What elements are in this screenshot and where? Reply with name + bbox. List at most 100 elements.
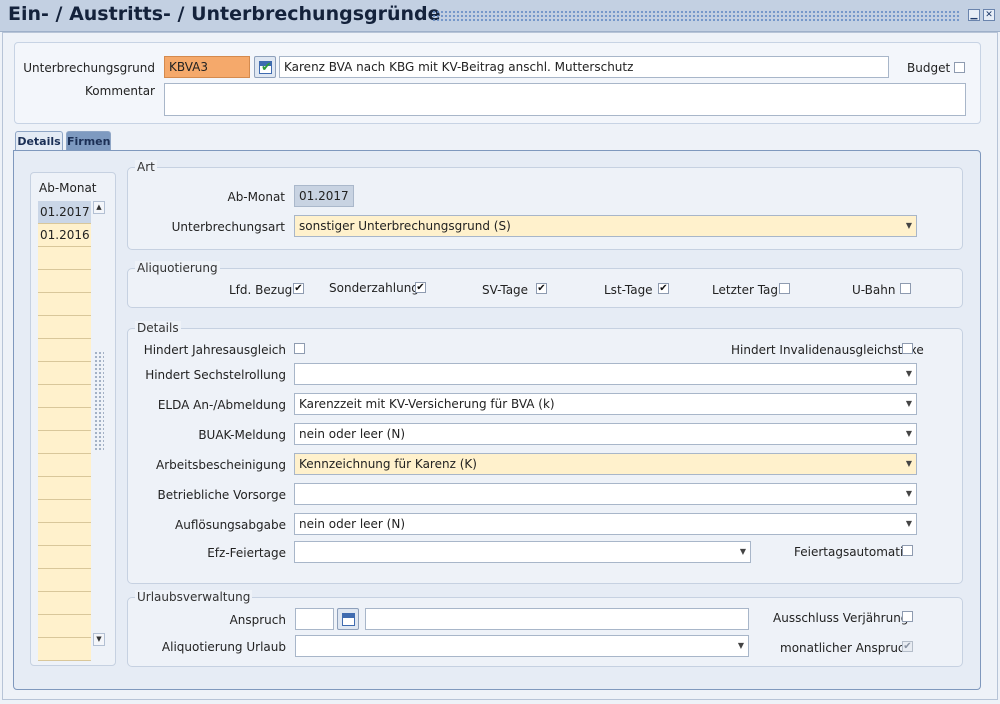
month-scrollbar[interactable]: ▲ ▼ [93,201,105,649]
budget-checkbox[interactable] [954,62,965,73]
month-list-item[interactable] [38,500,91,523]
lfd-bezug-label: Lfd. Bezug [229,283,293,297]
window-title: Ein- / Austritts- / Unterbrechungsgründe [8,3,441,25]
chevron-down-icon[interactable]: ▼ [902,424,916,444]
budget-label: Budget [907,61,951,75]
month-list-item[interactable] [38,615,91,638]
month-list-item[interactable]: 01.2016 [38,224,91,247]
reason-code-field[interactable]: KBVA3 [164,56,250,78]
sv-tage-label: SV-Tage [482,283,529,297]
reason-lookup-button[interactable]: ✔ [254,56,276,78]
scroll-up-icon[interactable]: ▲ [93,201,105,214]
chevron-down-icon[interactable]: ▼ [734,636,748,656]
unterbrechungsart-value: sonstiger Unterbrechungsgrund (S) [299,219,511,233]
aliquotierung-urlaub-select[interactable]: ▼ [295,635,749,657]
anspruch-label: Anspruch [229,613,286,627]
unterbrechungsart-select[interactable]: sonstiger Unterbrechungsgrund (S) ▼ [294,215,917,237]
hindert-invalidenausgleichstaxe-checkbox[interactable] [902,343,913,354]
tab-details[interactable]: Details [15,131,63,151]
month-list-item[interactable] [38,247,91,270]
titlebar-pattern [432,10,960,22]
detail-label-3: Arbeitsbescheinigung [156,458,286,472]
art-legend: Art [135,160,157,174]
comment-field[interactable] [164,83,966,116]
betriebliche-vorsorge-select[interactable]: ▼ [294,483,917,505]
month-list-item[interactable] [38,638,91,661]
chevron-down-icon[interactable]: ▼ [736,542,750,562]
art-group: Art [127,160,963,250]
sv-tage-checkbox[interactable]: ✔ [536,283,547,294]
month-list-item[interactable] [38,270,91,293]
feiertagsautomatik-label: Feiertagsautomatik [794,545,911,559]
scroll-grip[interactable] [94,351,104,451]
elda-select[interactable]: Karenzzeit mit KV-Versicherung für BVA (… [294,393,917,415]
month-list-item[interactable]: 01.2017 [38,201,91,224]
month-list-item[interactable] [38,546,91,569]
monatlicher-anspruch-label: monatlicher Anspruch [780,641,913,655]
letzter-tag-checkbox[interactable] [779,283,790,294]
lst-tage-checkbox[interactable]: ✔ [658,283,669,294]
detail-label-5: Auflösungsabgabe [175,518,286,532]
sonderzahlung-label: Sonderzahlung [329,281,419,295]
hindert-sechstelrollung-select[interactable]: ▼ [294,363,917,385]
month-list-item[interactable] [38,569,91,592]
tab-firmen[interactable]: Firmen [66,131,111,151]
month-list-item[interactable] [38,431,91,454]
detail-value-5: nein oder leer (N) [299,517,406,531]
unterbrechungsart-label: Unterbrechungsart [171,220,285,234]
detail-value-2: nein oder leer (N) [299,427,406,441]
month-list-item[interactable] [38,454,91,477]
comment-label: Kommentar [85,84,155,98]
chevron-down-icon[interactable]: ▼ [902,484,916,504]
chevron-down-icon[interactable]: ▼ [902,216,916,236]
ab-monat-label: Ab-Monat [227,190,285,204]
chevron-down-icon[interactable]: ▼ [902,514,916,534]
hindert-invalidenausgleichstaxe-label: Hindert Invalidenausgleichstaxe [731,343,924,357]
scroll-down-icon[interactable]: ▼ [93,633,105,646]
ausschluss-label: Ausschluss Verjährung [773,611,909,625]
sonderzahlung-checkbox[interactable]: ✔ [415,282,426,293]
month-list-item[interactable] [38,408,91,431]
efz-feiertage-select[interactable]: ▼ [294,541,751,563]
lst-tage-label: Lst-Tage [604,283,653,297]
detail-value-1: Karenzzeit mit KV-Versicherung für BVA (… [299,397,555,411]
aufloesungsabgabe-select[interactable]: nein oder leer (N) ▼ [294,513,917,535]
reason-label: Unterbrechungsgrund [23,61,155,75]
letzter-tag-label: Letzter Tag [712,283,779,297]
minimize-icon[interactable]: ▁ [968,9,980,21]
detail-value-3: Kennzeichnung für Karenz (K) [299,457,477,471]
detail-label-4: Betriebliche Vorsorge [157,488,286,502]
month-list-item[interactable] [38,592,91,615]
feiertagsautomatik-checkbox[interactable] [902,545,913,556]
reason-text-field[interactable]: Karenz BVA nach KBG mit KV-Beitrag ansch… [279,56,889,78]
anspruch-calendar-button[interactable] [337,608,359,630]
efz-feiertage-label: Efz-Feiertage [207,546,286,560]
ausschluss-checkbox[interactable] [902,611,913,622]
chevron-down-icon[interactable]: ▼ [902,364,916,384]
aliquotierung-urlaub-label: Aliquotierung Urlaub [161,640,286,654]
month-list-item[interactable] [38,339,91,362]
window-titlebar: Ein- / Austritts- / Unterbrechungsgründe… [0,0,1000,32]
month-list-header: Ab-Monat [39,181,97,195]
anspruch-field[interactable] [295,608,334,630]
month-list-item[interactable] [38,477,91,500]
anspruch-text-field[interactable] [365,608,749,630]
aliquotierung-legend: Aliquotierung [135,261,220,275]
buak-select[interactable]: nein oder leer (N) ▼ [294,423,917,445]
ab-monat-field[interactable]: 01.2017 [294,185,354,207]
detail-label-1: ELDA An-/Abmeldung [157,398,286,412]
month-list-item[interactable] [38,293,91,316]
chevron-down-icon[interactable]: ▼ [902,454,916,474]
monatlicher-anspruch-checkbox[interactable]: ✔ [902,641,913,652]
month-list-item[interactable] [38,362,91,385]
hindert-jahresausgleich-checkbox[interactable] [294,343,305,354]
chevron-down-icon[interactable]: ▼ [902,394,916,414]
month-list-item[interactable] [38,316,91,339]
month-list-item[interactable] [38,385,91,408]
close-icon[interactable]: ✕ [983,9,995,21]
check-icon: ✔ [261,60,272,75]
u-bahn-checkbox[interactable] [900,283,911,294]
month-list-item[interactable] [38,523,91,546]
arbeitsbescheinigung-select[interactable]: Kennzeichnung für Karenz (K) ▼ [294,453,917,475]
lfd-bezug-checkbox[interactable]: ✔ [293,283,304,294]
